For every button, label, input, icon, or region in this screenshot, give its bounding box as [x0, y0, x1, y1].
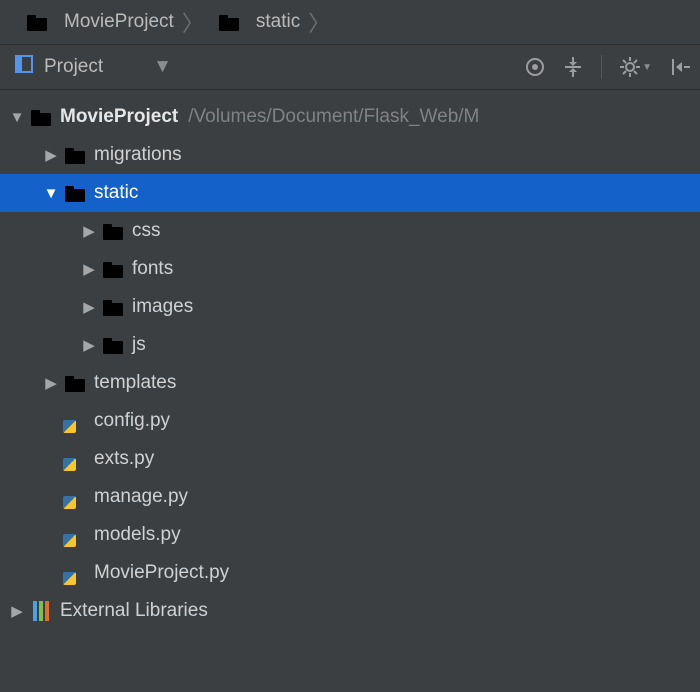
- view-selector-label: Project: [44, 56, 103, 78]
- folder-icon: [64, 374, 86, 392]
- folder-icon: [30, 108, 52, 126]
- tree-node-label: External Libraries: [60, 600, 208, 622]
- chevron-down-icon: ▼: [153, 56, 172, 78]
- tree-node-label: static: [94, 182, 138, 204]
- tree-node-label: manage.py: [94, 486, 188, 508]
- expand-arrow-icon[interactable]: ▼: [44, 185, 58, 202]
- tree-node-fonts[interactable]: ▶ fonts: [0, 250, 700, 288]
- folder-icon: [102, 298, 124, 316]
- project-tree[interactable]: ▼ MovieProject /Volumes/Document/Flask_W…: [0, 90, 700, 630]
- tree-node-js[interactable]: ▶ js: [0, 326, 700, 364]
- folder-icon: [102, 222, 124, 240]
- python-file-icon: [64, 410, 86, 432]
- tree-node-label: MovieProject.py: [94, 562, 229, 584]
- tree-node-external-libraries[interactable]: ▶ External Libraries: [0, 592, 700, 630]
- tree-node-label: models.py: [94, 524, 181, 546]
- tree-node-file-manage[interactable]: manage.py: [0, 478, 700, 516]
- python-file-icon: [64, 562, 86, 584]
- tree-node-label: images: [132, 296, 193, 318]
- python-file-icon: [64, 448, 86, 470]
- tree-node-label: MovieProject: [60, 106, 178, 128]
- tree-node-file-exts[interactable]: exts.py: [0, 440, 700, 478]
- chevron-right-icon: 〉: [306, 6, 332, 38]
- python-file-icon: [64, 486, 86, 508]
- breadcrumb-label: MovieProject: [64, 11, 174, 33]
- tree-node-migrations[interactable]: ▶ migrations: [0, 136, 700, 174]
- tree-node-label: fonts: [132, 258, 173, 280]
- breadcrumb-item-root[interactable]: MovieProject: [14, 0, 180, 44]
- collapse-all-button[interactable]: [563, 57, 583, 77]
- folder-icon: [102, 336, 124, 354]
- tree-node-images[interactable]: ▶ images: [0, 288, 700, 326]
- folder-icon: [64, 146, 86, 164]
- scroll-from-source-button[interactable]: [525, 57, 545, 77]
- expand-arrow-icon[interactable]: ▼: [10, 109, 24, 126]
- hide-tool-window-button[interactable]: [670, 57, 690, 77]
- tree-node-file-config[interactable]: config.py: [0, 402, 700, 440]
- breadcrumb: MovieProject 〉 static 〉: [0, 0, 700, 45]
- tree-node-label: exts.py: [94, 448, 154, 470]
- view-selector[interactable]: Project ▼: [14, 54, 172, 80]
- tree-node-label: css: [132, 220, 161, 242]
- folder-icon: [218, 13, 240, 31]
- chevron-right-icon: 〉: [180, 6, 206, 38]
- breadcrumb-label: static: [256, 11, 300, 33]
- tree-node-css[interactable]: ▶ css: [0, 212, 700, 250]
- tree-node-label: config.py: [94, 410, 170, 432]
- chevron-down-icon: ▼: [642, 62, 652, 73]
- folder-icon: [102, 260, 124, 278]
- tree-node-templates[interactable]: ▶ templates: [0, 364, 700, 402]
- breadcrumb-item-static[interactable]: static: [206, 0, 306, 44]
- tree-node-label: templates: [94, 372, 176, 394]
- expand-arrow-icon[interactable]: ▶: [82, 222, 96, 240]
- tree-node-label: js: [132, 334, 146, 356]
- project-view-toolbar: Project ▼ ▼: [0, 45, 700, 90]
- tree-node-root[interactable]: ▼ MovieProject /Volumes/Document/Flask_W…: [0, 98, 700, 136]
- python-file-icon: [64, 524, 86, 546]
- expand-arrow-icon[interactable]: ▶: [10, 602, 24, 620]
- project-view-icon: [14, 54, 34, 80]
- separator: [601, 55, 602, 79]
- expand-arrow-icon[interactable]: ▶: [82, 298, 96, 316]
- tree-node-file-movieproject[interactable]: MovieProject.py: [0, 554, 700, 592]
- tree-node-file-models[interactable]: models.py: [0, 516, 700, 554]
- settings-button[interactable]: ▼: [620, 57, 652, 77]
- tree-node-static[interactable]: ▼ static: [0, 174, 700, 212]
- expand-arrow-icon[interactable]: ▶: [44, 374, 58, 392]
- expand-arrow-icon[interactable]: ▶: [44, 146, 58, 164]
- expand-arrow-icon[interactable]: ▶: [82, 336, 96, 354]
- tree-node-label: migrations: [94, 144, 182, 166]
- tree-node-path: /Volumes/Document/Flask_Web/M: [188, 106, 479, 128]
- folder-icon: [26, 13, 48, 31]
- folder-icon: [64, 184, 86, 202]
- expand-arrow-icon[interactable]: ▶: [82, 260, 96, 278]
- external-libraries-icon: [30, 601, 52, 621]
